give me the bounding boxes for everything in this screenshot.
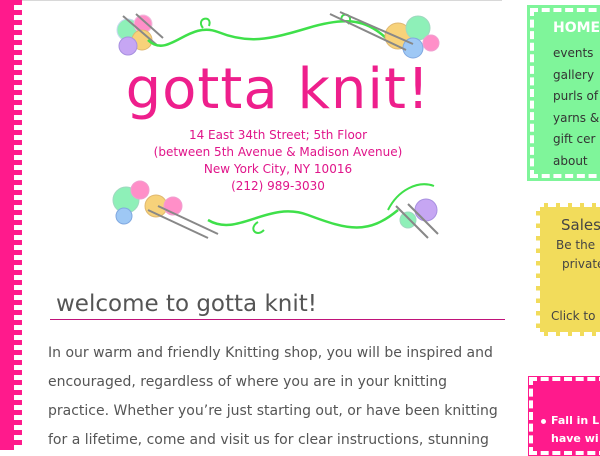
store-address: 14 East 34th Street; 5th Floor (between … xyxy=(108,127,448,195)
paragraph-line: for a lifetime, come and visit us for cl… xyxy=(48,432,489,448)
address-line: 14 East 34th Street; 5th Floor xyxy=(188,128,368,142)
yarn-illustration xyxy=(112,11,440,239)
sales-text-line: Be the xyxy=(556,238,596,252)
news-item[interactable]: Fall in L have wi xyxy=(541,412,599,448)
nav-menu: events gallery purls of yarns & gift cer… xyxy=(553,43,599,172)
news-line: Fall in L xyxy=(551,414,600,427)
paragraph-line: encouraged, regardless of where you are … xyxy=(48,374,448,390)
top-border xyxy=(22,0,502,5)
nav-item-gift-certificates[interactable]: gift cer xyxy=(553,129,599,151)
paragraph-line: In our warm and friendly Knitting shop, … xyxy=(48,345,493,361)
nav-item-gallery[interactable]: gallery xyxy=(553,65,599,87)
nav-item-yarns[interactable]: yarns & xyxy=(553,108,599,130)
sales-click-link[interactable]: Click to xyxy=(551,309,595,323)
phone-number: (212) 989-3030 xyxy=(231,179,325,193)
sales-text-line: private xyxy=(562,257,600,271)
nav-item-purls[interactable]: purls of xyxy=(553,86,599,108)
nav-item-about[interactable]: about xyxy=(553,151,599,173)
bullet-icon xyxy=(541,418,546,424)
news-line: have wi xyxy=(551,432,599,445)
paragraph-line: practice. Whether you’re just starting o… xyxy=(48,403,498,419)
left-border-perforation xyxy=(14,0,22,450)
address-line: (between 5th Avenue & Madison Avenue) xyxy=(153,145,403,159)
site-logo[interactable]: gotta knit! 14 East 34th Street; 5th Flo… xyxy=(108,10,448,242)
welcome-paragraph: In our warm and friendly Knitting shop, … xyxy=(48,339,518,455)
page-title: welcome to gotta knit! xyxy=(50,286,505,320)
nav-home-link[interactable]: HOME xyxy=(553,20,600,36)
sales-title: Sales xyxy=(561,216,600,234)
left-border-stripe xyxy=(0,0,14,450)
logo-title: gotta knit! xyxy=(125,57,431,122)
address-line: New York City, NY 10016 xyxy=(203,162,353,176)
nav-item-events[interactable]: events xyxy=(553,43,599,65)
